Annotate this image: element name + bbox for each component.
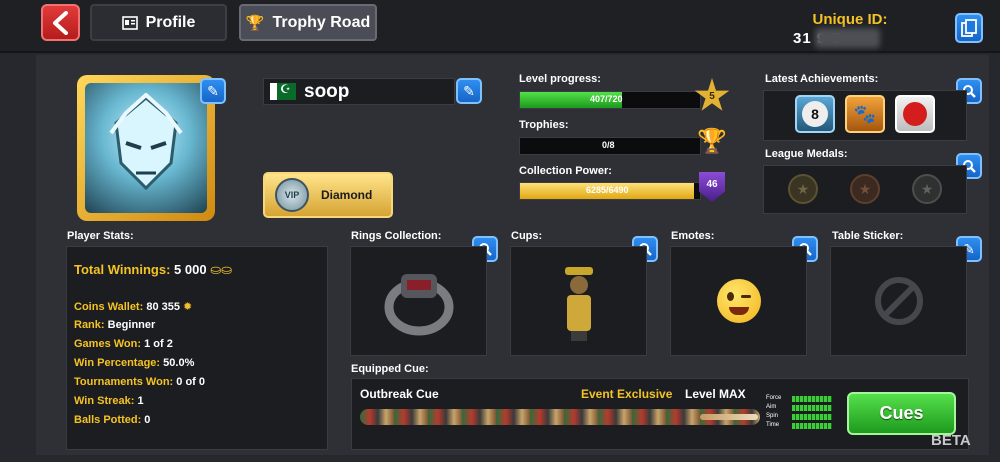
cups-card[interactable] <box>510 246 647 356</box>
avatar-image <box>85 83 207 213</box>
time-meter <box>792 423 832 429</box>
copy-id-button[interactable] <box>955 13 983 43</box>
aim-meter <box>792 405 832 411</box>
tournaments-won-key: Tournaments Won: <box>74 376 174 388</box>
balls-potted-value: 0 <box>144 414 151 426</box>
level-progress-bar: 407/720 <box>519 91 701 109</box>
coins-stack-icon: ⛀⛀ <box>210 262 232 277</box>
vip-badge-icon: VIP <box>275 178 309 212</box>
tab-profile[interactable]: Profile <box>90 4 227 41</box>
equipped-cue-label: Equipped Cue: <box>351 363 429 375</box>
aim-label: Aim <box>766 404 777 410</box>
avatar[interactable] <box>77 75 215 221</box>
winking-face-icon <box>717 279 761 323</box>
total-winnings-key: Total Winnings: <box>74 262 171 277</box>
edit-name-button[interactable]: ✎ <box>456 78 482 104</box>
back-arrow-icon <box>52 10 68 35</box>
collection-power-label: Collection Power: <box>519 165 612 177</box>
eight-ball-achievement-icon[interactable]: 8 <box>795 95 835 133</box>
collection-badge: 46 <box>706 178 718 190</box>
pencil-icon: ✎ <box>463 82 475 99</box>
unique-id-redaction <box>815 28 880 48</box>
tournaments-won-value: 0 of 0 <box>176 376 205 388</box>
medal-1-icon: ★ <box>788 174 818 204</box>
total-winnings-row: Total Winnings: 5 000 ⛀⛀ <box>74 262 232 278</box>
win-streak-row: Win Streak: 1 <box>74 395 144 407</box>
collection-power-text: 6285/6490 <box>586 185 629 195</box>
time-label: Time <box>766 422 780 428</box>
player-stats-label: Player Stats: <box>67 230 134 242</box>
vip-tier-button[interactable]: VIP Diamond <box>263 172 393 218</box>
spin-label: Spin <box>766 413 779 419</box>
cue-tip-image <box>700 414 758 420</box>
win-percentage-value: 50.0% <box>163 357 195 369</box>
level-progress-text: 407/720 <box>590 94 623 104</box>
cue-exclusive: Event Exclusive <box>581 387 673 401</box>
tab-profile-label: Profile <box>145 13 196 31</box>
cues-button[interactable]: Cues <box>847 392 956 435</box>
table-sticker-card[interactable] <box>830 246 967 356</box>
trophies-bar: 0/8 <box>519 137 701 155</box>
cue-level: Level MAX <box>685 387 746 401</box>
level-progress-label: Level progress: <box>519 73 601 85</box>
rank-value: Beginner <box>107 319 156 331</box>
trophy-icon: 🏆 <box>245 14 265 32</box>
ring-icon <box>384 274 454 336</box>
coin-icon: ✹ <box>183 301 193 313</box>
level-number: 5 <box>709 90 715 102</box>
win-streak-key: Win Streak: <box>74 395 135 407</box>
player-name-field: soop <box>263 78 455 105</box>
tab-trophy-road-label: Trophy Road <box>272 13 371 31</box>
trophy-icon: 🏆 <box>697 128 727 155</box>
balls-potted-row: Balls Potted: 0 <box>74 414 150 426</box>
trophies-text: 0/8 <box>602 140 615 150</box>
games-won-row: Games Won: 1 of 2 <box>74 338 173 350</box>
hero-portrait-icon <box>109 93 183 191</box>
unique-id-label: Unique ID: <box>812 11 888 28</box>
trophies-label: Trophies: <box>519 119 569 131</box>
cue-name: Outbreak Cue <box>360 387 439 401</box>
paw-achievement-icon[interactable]: 🐾 <box>845 95 885 133</box>
rank-row: Rank: Beginner <box>74 319 155 331</box>
cups-label: Cups: <box>511 230 543 242</box>
games-won-key: Games Won: <box>74 338 142 350</box>
vip-tier-label: Diamond <box>321 188 373 202</box>
balls-potted-key: Balls Potted: <box>74 414 142 426</box>
league-medals-label: League Medals: <box>765 148 848 160</box>
coins-wallet-row: Coins Wallet: 80 355 ✹ <box>74 300 192 313</box>
collection-power-bar: 6285/6490 <box>519 182 701 200</box>
back-button[interactable] <box>41 4 80 41</box>
medal-3-icon: ★ <box>912 174 942 204</box>
force-meter <box>792 396 832 402</box>
force-label: Force <box>766 395 782 401</box>
tournaments-won-row: Tournaments Won: 0 of 0 <box>74 376 205 388</box>
emotes-card[interactable] <box>670 246 807 356</box>
coins-wallet-key: Coins Wallet: <box>74 301 144 313</box>
player-name: soop <box>304 80 350 102</box>
medal-2-icon: ★ <box>850 174 880 204</box>
table-sticker-label: Table Sticker: <box>832 230 904 242</box>
emotes-label: Emotes: <box>671 230 715 242</box>
win-streak-value: 1 <box>137 395 144 407</box>
beta-label: BETA <box>931 432 971 449</box>
detective-cup-icon <box>565 267 593 341</box>
edit-avatar-button[interactable]: ✎ <box>200 78 226 104</box>
win-percentage-key: Win Percentage: <box>74 357 161 369</box>
tab-trophy-road[interactable]: 🏆 Trophy Road <box>239 4 377 41</box>
pakistan-flag-icon <box>270 82 296 100</box>
rings-collection-label: Rings Collection: <box>351 230 442 242</box>
games-won-value: 1 of 2 <box>144 338 173 350</box>
profile-card-icon <box>121 15 138 30</box>
copy-icon <box>961 19 977 37</box>
spin-meter <box>792 414 832 420</box>
rings-collection-card[interactable] <box>350 246 487 356</box>
pencil-icon: ✎ <box>207 82 219 99</box>
coins-wallet-value: 80 355 <box>146 301 180 313</box>
win-percentage-row: Win Percentage: 50.0% <box>74 357 194 369</box>
latest-achievements-label: Latest Achievements: <box>765 73 879 85</box>
red-ball-achievement-icon[interactable] <box>895 95 935 133</box>
total-winnings-value: 5 000 <box>174 262 207 277</box>
rank-key: Rank: <box>74 319 105 331</box>
none-icon <box>875 277 923 325</box>
